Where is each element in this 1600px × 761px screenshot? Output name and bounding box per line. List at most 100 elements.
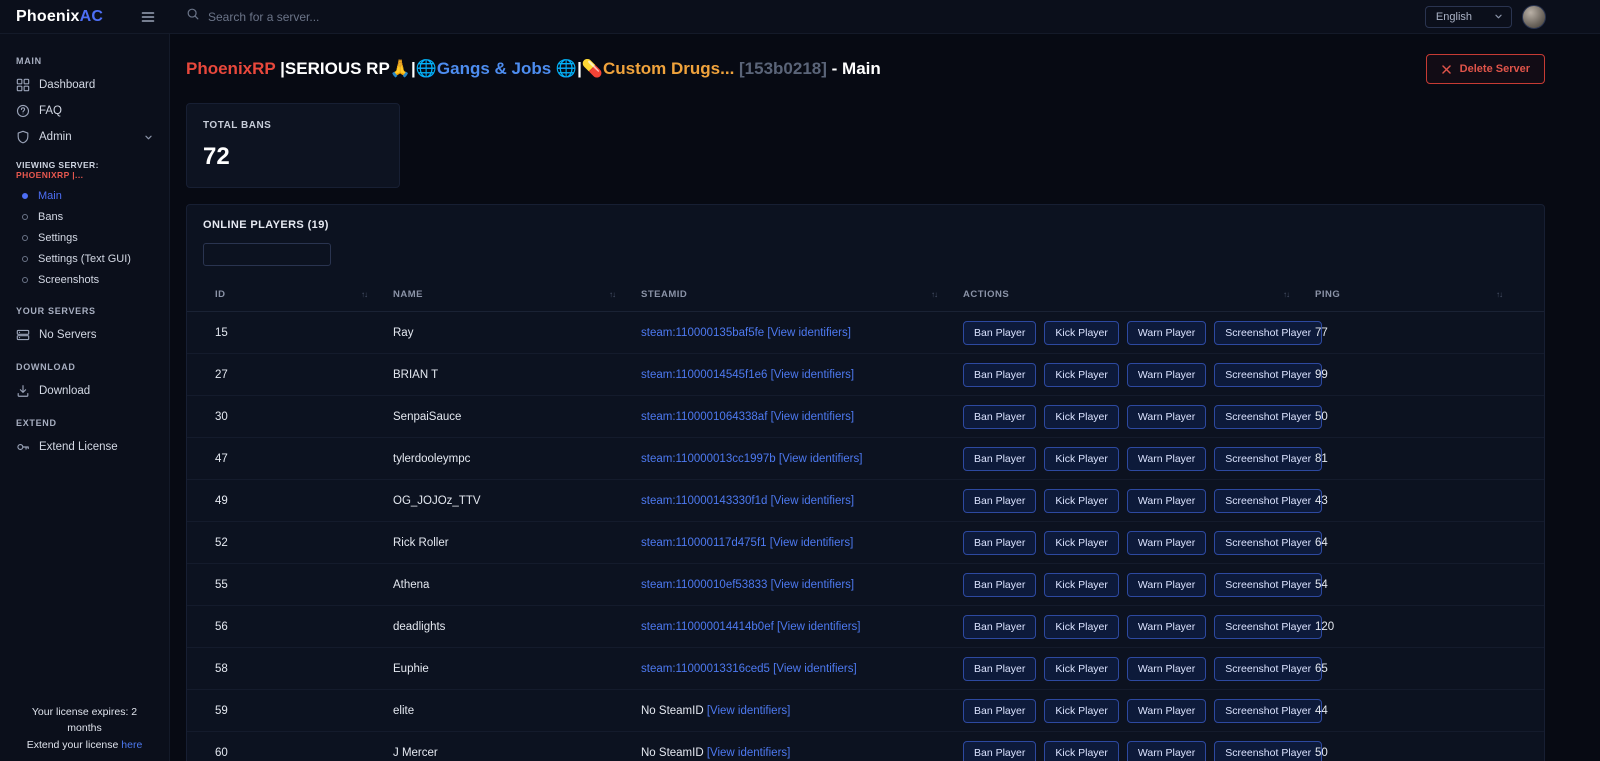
sidebar-item-no-servers[interactable]: No Servers	[0, 322, 169, 348]
sidebar-item-bans[interactable]: Bans	[0, 206, 169, 227]
view-identifiers-link[interactable]: [View identifiers]	[707, 747, 791, 759]
license-notice: Your license expires: 2 months Extend yo…	[0, 704, 169, 753]
warn-player-button[interactable]: Warn Player	[1127, 405, 1206, 429]
chevron-down-icon	[144, 133, 153, 142]
steamid-link[interactable]: steam:11000014545f1e6	[641, 369, 771, 381]
screenshot-player-button[interactable]: Screenshot Player	[1214, 573, 1322, 597]
view-identifiers-link[interactable]: [View identifiers]	[767, 327, 851, 339]
players-filter-input[interactable]	[203, 243, 331, 266]
ban-player-button[interactable]: Ban Player	[963, 657, 1036, 681]
player-name: elite	[393, 705, 641, 717]
warn-player-button[interactable]: Warn Player	[1127, 657, 1206, 681]
steamid-link[interactable]: steam:110000014414b0ef	[641, 621, 777, 633]
screenshot-player-button[interactable]: Screenshot Player	[1214, 405, 1322, 429]
kick-player-button[interactable]: Kick Player	[1044, 741, 1119, 761]
steamid-link[interactable]: steam:1100001064338af	[641, 411, 771, 423]
sidebar-item-settings[interactable]: Settings	[0, 227, 169, 248]
view-identifiers-link[interactable]: [View identifiers]	[771, 579, 855, 591]
kick-player-button[interactable]: Kick Player	[1044, 405, 1119, 429]
bullet-icon	[22, 214, 28, 220]
screenshot-player-button[interactable]: Screenshot Player	[1214, 615, 1322, 639]
sidebar-item-main[interactable]: Main	[0, 185, 169, 206]
screenshot-player-button[interactable]: Screenshot Player	[1214, 489, 1322, 513]
kick-player-button[interactable]: Kick Player	[1044, 321, 1119, 345]
ban-player-button[interactable]: Ban Player	[963, 699, 1036, 723]
kick-player-button[interactable]: Kick Player	[1044, 699, 1119, 723]
column-header-id[interactable]: ID↑↓	[215, 289, 393, 300]
sidebar-item-screenshots[interactable]: Screenshots	[0, 269, 169, 290]
kick-player-button[interactable]: Kick Player	[1044, 489, 1119, 513]
steamid-link[interactable]: steam:110000117d475f1	[641, 537, 770, 549]
column-header-ping[interactable]: PING↑↓	[1315, 289, 1528, 300]
ban-player-button[interactable]: Ban Player	[963, 405, 1036, 429]
sidebar-item-admin[interactable]: Admin	[0, 124, 169, 150]
ban-player-button[interactable]: Ban Player	[963, 615, 1036, 639]
language-select[interactable]: English	[1425, 6, 1512, 28]
ban-player-button[interactable]: Ban Player	[963, 363, 1036, 387]
warn-player-button[interactable]: Warn Player	[1127, 531, 1206, 555]
column-header-name[interactable]: NAME↑↓	[393, 289, 641, 300]
sidebar-item-dashboard[interactable]: Dashboard	[0, 72, 169, 98]
view-identifiers-link[interactable]: [View identifiers]	[771, 369, 855, 381]
ban-player-button[interactable]: Ban Player	[963, 489, 1036, 513]
page-title-part: 🌐Gangs & Jobs 🌐	[416, 59, 577, 78]
screenshot-player-button[interactable]: Screenshot Player	[1214, 699, 1322, 723]
sidebar-item-faq[interactable]: FAQ	[0, 98, 169, 124]
warn-player-button[interactable]: Warn Player	[1127, 363, 1206, 387]
table-row: 27BRIAN Tsteam:11000014545f1e6 [View ide…	[187, 354, 1544, 396]
ban-player-button[interactable]: Ban Player	[963, 531, 1036, 555]
view-identifiers-link[interactable]: [View identifiers]	[707, 705, 791, 717]
warn-player-button[interactable]: Warn Player	[1127, 741, 1206, 761]
ban-player-button[interactable]: Ban Player	[963, 573, 1036, 597]
avatar[interactable]	[1522, 5, 1546, 29]
view-identifiers-link[interactable]: [View identifiers]	[770, 537, 854, 549]
view-identifiers-link[interactable]: [View identifiers]	[777, 621, 861, 633]
warn-player-button[interactable]: Warn Player	[1127, 447, 1206, 471]
screenshot-player-button[interactable]: Screenshot Player	[1214, 447, 1322, 471]
ban-player-button[interactable]: Ban Player	[963, 321, 1036, 345]
player-id: 56	[215, 621, 393, 633]
warn-player-button[interactable]: Warn Player	[1127, 615, 1206, 639]
extend-license-link[interactable]: here	[121, 739, 142, 751]
warn-player-button[interactable]: Warn Player	[1127, 573, 1206, 597]
warn-player-button[interactable]: Warn Player	[1127, 489, 1206, 513]
steamid-link[interactable]: steam:11000010ef53833	[641, 579, 771, 591]
column-header-actions[interactable]: ACTIONS↑↓	[963, 289, 1315, 300]
view-identifiers-link[interactable]: [View identifiers]	[771, 495, 855, 507]
view-identifiers-link[interactable]: [View identifiers]	[771, 411, 855, 423]
kick-player-button[interactable]: Kick Player	[1044, 363, 1119, 387]
view-identifiers-link[interactable]: [View identifiers]	[773, 663, 857, 675]
viewing-server: VIEWING SERVER: PHOENIXRP |...	[0, 150, 169, 182]
column-header-steamid[interactable]: STEAMID↑↓	[641, 289, 963, 300]
sidebar-item-extend-license[interactable]: Extend License	[0, 434, 169, 460]
steamid-link[interactable]: steam:110000143330f1d	[641, 495, 771, 507]
steamid-link[interactable]: steam:11000013316ced5	[641, 663, 773, 675]
sidebar-item-settings-text-gui[interactable]: Settings (Text GUI)	[0, 248, 169, 269]
delete-server-button[interactable]: Delete Server	[1426, 54, 1545, 84]
kick-player-button[interactable]: Kick Player	[1044, 531, 1119, 555]
license-extend-prefix: Extend your license	[27, 739, 119, 751]
screenshot-player-button[interactable]: Screenshot Player	[1214, 321, 1322, 345]
ban-player-button[interactable]: Ban Player	[963, 447, 1036, 471]
steamid-link[interactable]: steam:110000135baf5fe	[641, 327, 767, 339]
sidebar-item-download[interactable]: Download	[0, 378, 169, 404]
kick-player-button[interactable]: Kick Player	[1044, 615, 1119, 639]
screenshot-player-button[interactable]: Screenshot Player	[1214, 657, 1322, 681]
warn-player-button[interactable]: Warn Player	[1127, 699, 1206, 723]
steamid-link[interactable]: steam:110000013cc1997b	[641, 453, 779, 465]
kick-player-button[interactable]: Kick Player	[1044, 573, 1119, 597]
view-identifiers-link[interactable]: [View identifiers]	[779, 453, 863, 465]
menu-icon[interactable]	[140, 9, 156, 25]
kick-player-button[interactable]: Kick Player	[1044, 447, 1119, 471]
app-logo[interactable]: PhoenixAC	[16, 8, 103, 26]
warn-player-button[interactable]: Warn Player	[1127, 321, 1206, 345]
screenshot-player-button[interactable]: Screenshot Player	[1214, 363, 1322, 387]
table-row: 15Raysteam:110000135baf5fe [View identif…	[187, 312, 1544, 354]
section-header-extend: EXTEND	[0, 418, 169, 428]
screenshot-player-button[interactable]: Screenshot Player	[1214, 741, 1322, 761]
kick-player-button[interactable]: Kick Player	[1044, 657, 1119, 681]
ban-player-button[interactable]: Ban Player	[963, 741, 1036, 761]
search-input[interactable]	[208, 10, 528, 24]
player-actions: Ban PlayerKick PlayerWarn PlayerScreensh…	[963, 531, 1315, 555]
screenshot-player-button[interactable]: Screenshot Player	[1214, 531, 1322, 555]
